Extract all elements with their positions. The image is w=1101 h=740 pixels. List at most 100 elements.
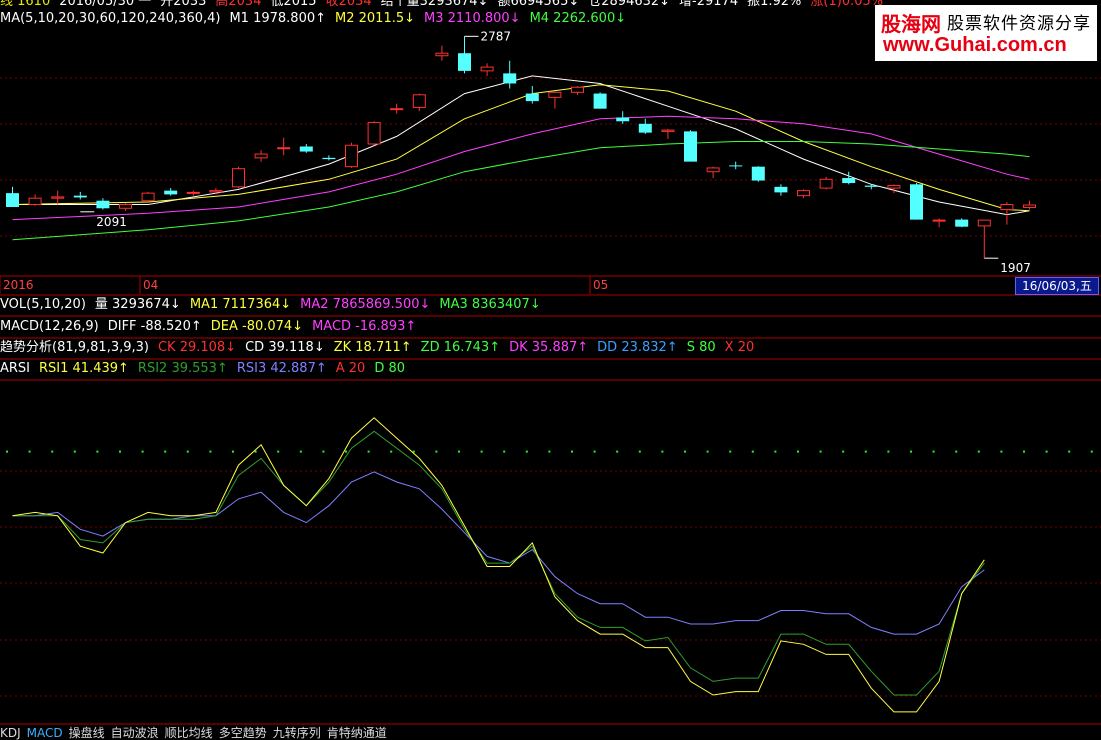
candle[interactable] — [910, 183, 923, 220]
rsi-legend-item: D 80 — [374, 361, 405, 376]
candle[interactable] — [548, 91, 562, 109]
candle-body — [412, 94, 426, 108]
candle[interactable] — [797, 189, 810, 199]
quote-info-item: 仓2894632↓ — [588, 0, 671, 9]
tab-5[interactable]: 多空趋势 — [219, 726, 267, 740]
candle[interactable] — [480, 63, 494, 76]
candle[interactable] — [729, 161, 743, 170]
candle[interactable] — [684, 130, 697, 162]
candle-body — [955, 219, 969, 227]
axis-label: 2016 — [3, 278, 34, 292]
candle-body — [684, 131, 697, 162]
ma-legend-item: M3 2110.800↓ — [424, 11, 521, 26]
reference-dot-d — [209, 450, 212, 453]
reference-dot-d — [616, 450, 619, 453]
annotation-label: 2787 — [481, 29, 512, 43]
candle[interactable] — [842, 171, 856, 185]
candle[interactable] — [96, 198, 110, 210]
candle[interactable] — [616, 111, 630, 124]
candle[interactable] — [503, 60, 517, 89]
candle-body — [661, 129, 675, 132]
candle[interactable] — [774, 184, 788, 196]
ma-lines — [12, 75, 1030, 241]
date-axis: 2016 04 05 — [0, 276, 608, 294]
candle[interactable] — [6, 186, 19, 208]
candle[interactable] — [525, 85, 539, 104]
reference-dot-d — [706, 450, 709, 453]
reference-dot-d — [1068, 450, 1071, 453]
rsi-legend-item: RSI2 39.553↑ — [137, 361, 228, 376]
candle-body — [345, 144, 358, 168]
candle[interactable] — [277, 137, 291, 156]
candlestick-series[interactable] — [6, 36, 1036, 259]
reference-dot-d — [751, 450, 754, 453]
annotation-label: 2091 — [96, 215, 127, 229]
tab-6[interactable]: 九转序列 — [273, 726, 321, 740]
candle[interactable] — [390, 103, 404, 114]
candle[interactable] — [751, 166, 765, 182]
tab-2[interactable]: 操盘线 — [69, 726, 105, 740]
reference-dot-d — [1023, 450, 1025, 453]
candle-body — [887, 185, 901, 189]
candle[interactable] — [164, 188, 178, 196]
candle[interactable] — [141, 191, 155, 202]
indicator-tabs[interactable]: KDJ MACD 操盘线 自动波浪 顺比均线 多空趋势 九转序列 肯特纳通道 — [0, 726, 393, 740]
candle[interactable] — [345, 142, 358, 168]
tab-3[interactable]: 自动波浪 — [111, 726, 159, 740]
candle[interactable] — [435, 45, 449, 61]
candle[interactable] — [186, 190, 200, 196]
reference-dot-d — [458, 450, 460, 453]
reference-dot-d — [819, 450, 822, 453]
candle[interactable] — [571, 85, 584, 95]
reference-dot-d — [73, 450, 76, 453]
candle[interactable] — [51, 190, 65, 205]
candle[interactable] — [819, 176, 833, 190]
watermark-url: www.Guhai.com.cn — [883, 34, 1067, 56]
macd-legend-item: MACD -16.893↑ — [312, 319, 417, 334]
candle[interactable] — [977, 219, 991, 259]
candle[interactable] — [119, 203, 132, 211]
reference-dot-d — [299, 450, 302, 453]
candle-body — [864, 185, 878, 187]
trend-legend-item: DK 35.887↑ — [509, 340, 589, 355]
candle[interactable] — [706, 166, 720, 179]
candle[interactable] — [412, 93, 426, 112]
candle[interactable] — [367, 121, 381, 146]
tab-0[interactable]: KDJ — [0, 726, 21, 740]
quote-info-item: 收2034 — [325, 0, 372, 9]
candle-body — [367, 122, 381, 145]
price-annotations: 2787 2091 1907 — [80, 29, 1031, 275]
reference-dot-d — [638, 450, 641, 453]
candle[interactable] — [661, 128, 675, 139]
reference-dot-d — [1090, 450, 1093, 453]
tab-7[interactable]: 肯特纳通道 — [327, 726, 387, 740]
tab-4[interactable]: 顺比均线 — [165, 726, 213, 740]
candle[interactable] — [322, 155, 336, 161]
reference-dot-d — [277, 450, 280, 453]
candle-body — [322, 157, 336, 160]
candle-body — [435, 52, 449, 57]
candle[interactable] — [28, 194, 42, 206]
candle[interactable] — [593, 92, 607, 109]
candle-body — [299, 146, 313, 152]
candle[interactable] — [1023, 200, 1036, 210]
macd-legend-item: DEA -80.074↓ — [210, 319, 304, 334]
rsi-lines — [6, 417, 1093, 713]
candle-body — [751, 166, 765, 181]
candle-body — [390, 108, 404, 111]
candle[interactable] — [232, 166, 245, 189]
candle[interactable] — [73, 191, 87, 200]
candle[interactable] — [955, 218, 969, 228]
candle-body — [932, 219, 946, 222]
quote-info-item: 线 1610 — [0, 0, 51, 9]
quote-info-item: 高2034 — [215, 0, 262, 9]
candle[interactable] — [932, 218, 946, 228]
reference-dot-d — [977, 450, 980, 453]
candle[interactable] — [638, 118, 652, 134]
candle[interactable] — [458, 36, 471, 74]
candle[interactable] — [299, 143, 313, 153]
candle[interactable] — [254, 150, 268, 162]
reference-dot-d — [480, 450, 483, 453]
reference-dot-d — [548, 450, 551, 453]
tab-1[interactable]: MACD — [27, 726, 63, 740]
